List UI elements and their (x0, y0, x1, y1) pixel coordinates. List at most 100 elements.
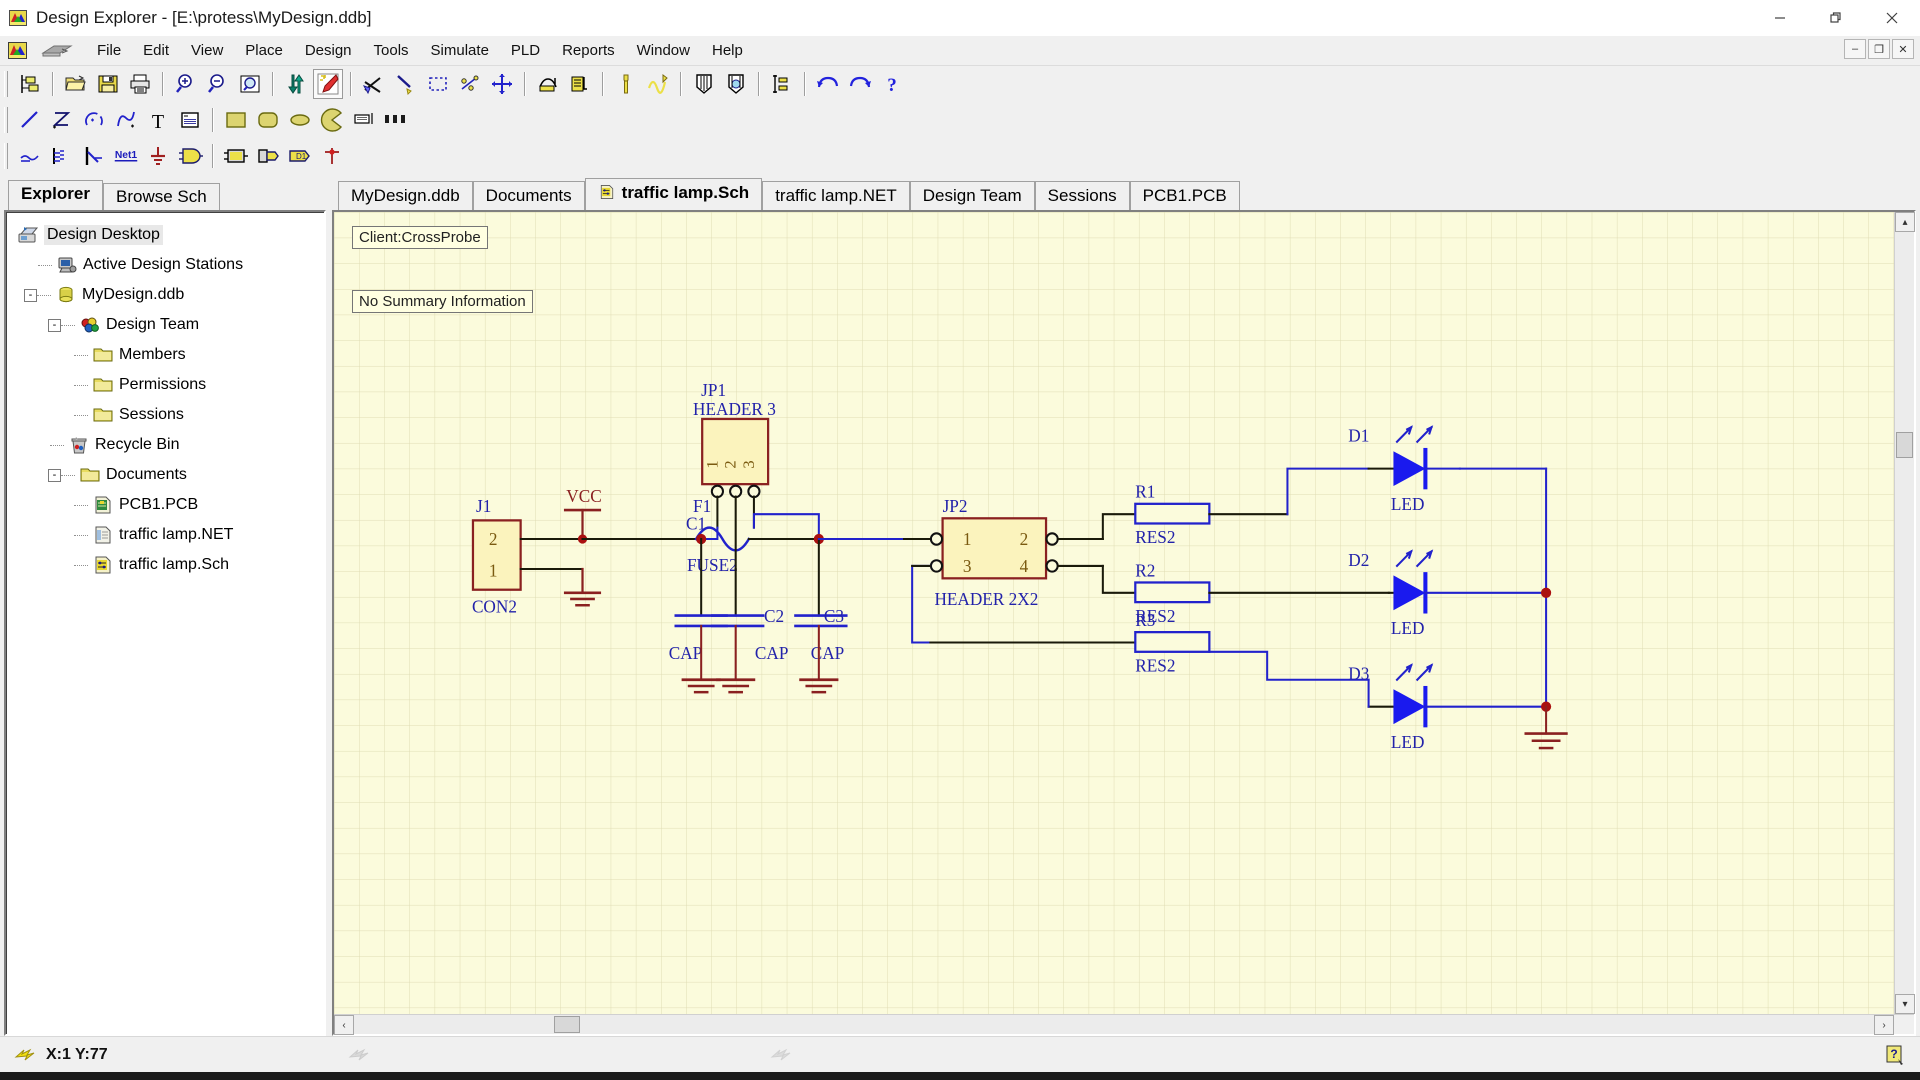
explorer-panel-icon[interactable] (15, 69, 45, 99)
tree-item-design-team[interactable]: - Design Team (12, 310, 320, 340)
zoom-out-icon[interactable] (203, 69, 233, 99)
cut-icon[interactable] (359, 69, 389, 99)
pcb-compare-icon[interactable] (721, 69, 751, 99)
tab-browse-sch[interactable]: Browse Sch (103, 183, 220, 211)
print-icon[interactable] (125, 69, 155, 99)
crossprobe-icon[interactable] (313, 69, 343, 99)
pie-chart-icon[interactable] (317, 105, 347, 135)
open-folder-icon[interactable] (61, 69, 91, 99)
doc-tab-mydesign-ddb[interactable]: MyDesign.ddb (338, 181, 473, 211)
sheet-symbol-icon[interactable] (221, 141, 251, 171)
menu-item-edit[interactable]: Edit (132, 39, 180, 62)
menu-item-place[interactable]: Place (234, 39, 294, 62)
help-question-icon[interactable]: ? (1884, 1044, 1906, 1066)
doc-tab-sessions[interactable]: Sessions (1035, 181, 1130, 211)
tree-item-documents[interactable]: - Documents (12, 460, 320, 490)
netlabel-icon[interactable]: Net1 (111, 141, 141, 171)
junction-icon[interactable] (317, 141, 347, 171)
round-rectangle-icon[interactable] (253, 105, 283, 135)
menu-item-help[interactable]: Help (701, 39, 754, 62)
toolbar-grip[interactable] (4, 71, 8, 97)
menu-item-view[interactable]: View (180, 39, 234, 62)
scroll-left-button[interactable]: ‹ (334, 1015, 354, 1035)
schematic-canvas[interactable]: J1 CON2 2 1 VCC (334, 212, 1894, 1014)
tree-item-mydesign-ddb[interactable]: - MyDesign.ddb (12, 280, 320, 310)
tree-item-recycle-bin[interactable]: Recycle Bin (12, 430, 320, 460)
window-minimize-button[interactable] (1752, 0, 1808, 36)
vertical-scroll-track[interactable] (1895, 232, 1914, 994)
part-icon[interactable] (175, 141, 205, 171)
window-restore-button[interactable] (1808, 0, 1864, 36)
menu-item-file[interactable]: File (86, 39, 132, 62)
annotate-icon[interactable] (767, 69, 797, 99)
menu-item-window[interactable]: Window (626, 39, 701, 62)
port-icon[interactable]: D1 (285, 141, 315, 171)
tree-item-design-desktop[interactable]: Design Desktop (12, 220, 320, 250)
zoom-in-icon[interactable] (171, 69, 201, 99)
explorer-tree-panel[interactable]: Design Desktop Ac (4, 210, 326, 1036)
mdi-close-button[interactable]: ✕ (1892, 39, 1914, 59)
tree-expander-mydesign-ddb[interactable]: - (24, 289, 37, 302)
menu-item-tools[interactable]: Tools (363, 39, 420, 62)
tree-item-traffic-lamp-net[interactable]: traffic lamp.NET (12, 520, 320, 550)
arc-icon[interactable] (79, 105, 109, 135)
wire-icon[interactable] (15, 141, 45, 171)
power-port-icon[interactable] (143, 141, 173, 171)
move-select-icon[interactable] (455, 69, 485, 99)
zoom-area-icon[interactable] (235, 69, 265, 99)
doc-tab-pcb1-pcb[interactable]: PCB1.PCB (1130, 181, 1240, 211)
doc-tab-design-team[interactable]: Design Team (910, 181, 1035, 211)
rectangle-icon[interactable] (221, 105, 251, 135)
ellipse-icon[interactable] (285, 105, 315, 135)
netlist-icon[interactable] (533, 69, 563, 99)
scroll-down-button[interactable]: ▾ (1895, 994, 1915, 1014)
bezier-icon[interactable] (111, 105, 141, 135)
toolbar-grip[interactable] (4, 143, 8, 169)
erc-icon[interactable] (565, 69, 595, 99)
redo-icon[interactable] (845, 69, 875, 99)
design-explorer-small-icon[interactable] (6, 40, 30, 62)
paste-icon[interactable] (391, 69, 421, 99)
doc-tab-documents[interactable]: Documents (473, 181, 585, 211)
tree-item-permissions[interactable]: Permissions (12, 370, 320, 400)
horizontal-scroll-track[interactable] (354, 1015, 1874, 1034)
tree-item-traffic-lamp-sch[interactable]: traffic lamp.Sch (12, 550, 320, 580)
tree-item-sessions[interactable]: Sessions (12, 400, 320, 430)
polygon-icon[interactable] (47, 105, 77, 135)
tree-item-pcb1-pcb[interactable]: PCB1.PCB (12, 490, 320, 520)
signal-icon[interactable] (643, 69, 673, 99)
sheet-entry-icon[interactable] (253, 141, 283, 171)
tree-expander-documents[interactable]: - (48, 469, 61, 482)
tree-item-active-design-stations[interactable]: Active Design Stations (12, 250, 320, 280)
vertical-scrollbar[interactable]: ▴ ▾ (1894, 212, 1914, 1014)
tree-expander-design-team[interactable]: - (48, 319, 61, 332)
menu-item-simulate[interactable]: Simulate (420, 39, 500, 62)
mdi-restore-button[interactable]: ❐ (1868, 39, 1890, 59)
help-icon[interactable]: ? (877, 69, 907, 99)
doc-tab-traffic-lamp-net[interactable]: traffic lamp.NET (762, 181, 910, 211)
select-area-icon[interactable] (423, 69, 453, 99)
wrench-icon[interactable] (611, 69, 641, 99)
pcb-update-icon[interactable] (689, 69, 719, 99)
vertical-scroll-thumb[interactable] (1896, 432, 1913, 458)
horizontal-scroll-thumb[interactable] (554, 1016, 580, 1033)
menu-item-design[interactable]: Design (294, 39, 363, 62)
bus-icon[interactable] (47, 141, 77, 171)
window-close-button[interactable] (1864, 0, 1920, 36)
menu-item-reports[interactable]: Reports (551, 39, 626, 62)
move-icon[interactable] (487, 69, 517, 99)
menu-item-pld[interactable]: PLD (500, 39, 551, 62)
tab-explorer[interactable]: Explorer (8, 180, 103, 210)
text-icon[interactable]: T (143, 105, 173, 135)
undo-icon[interactable] (813, 69, 843, 99)
document-dropdown-icon[interactable] (40, 40, 74, 62)
doc-tab-traffic-lamp-sch[interactable]: traffic lamp.Sch (585, 178, 763, 210)
bus-entry-icon[interactable] (79, 141, 109, 171)
toolbar-grip[interactable] (4, 107, 8, 133)
updown-arrows-icon[interactable] (281, 69, 311, 99)
save-icon[interactable] (93, 69, 123, 99)
horizontal-scrollbar[interactable]: ‹ › (334, 1014, 1914, 1034)
line-icon[interactable] (15, 105, 45, 135)
array-icon[interactable] (381, 105, 411, 135)
tree-item-members[interactable]: Members (12, 340, 320, 370)
